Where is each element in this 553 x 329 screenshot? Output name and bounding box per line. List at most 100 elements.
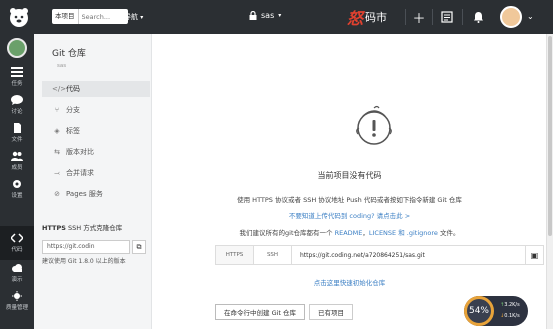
chevron-down-icon: ▾ (278, 12, 282, 19)
clone-title-text: SSH 方式克隆仓库 (67, 224, 123, 232)
chevron-down-icon: ▾ (140, 14, 144, 21)
menu-label: 版本对比 (66, 148, 94, 156)
menu-item-tag[interactable]: ◈ 标签 (42, 123, 150, 139)
help-line: 不要知道上传代码到 coding? 请点击此 > (153, 210, 546, 220)
list-icon (11, 67, 23, 77)
merge-icon: ⤙ (54, 168, 60, 177)
compare-icon: ⇆ (54, 148, 60, 156)
lock-icon (249, 11, 257, 20)
divider (432, 9, 433, 25)
news-icon[interactable] (438, 8, 456, 26)
rail-label: 演示 (11, 277, 23, 283)
search-input[interactable] (78, 12, 119, 21)
rail-label: 质量管理 (5, 305, 28, 311)
brand-logo[interactable]: 怒 码市 (347, 6, 387, 28)
copy-icon[interactable]: ▣ (525, 246, 543, 264)
network-speed-widget[interactable]: 54% ↑3.2K/s ↓0.1K/s (464, 296, 528, 326)
https-label[interactable]: HTTPS (42, 224, 66, 232)
project-sidebar: Git 仓库 sas </> 代码 ⑂ 分支 ◈ 标签 ⇆ 版本对比 ⤙ 合并请… (34, 34, 152, 329)
quick-init-link[interactable]: 点击这里快速初始化仓库 (153, 277, 546, 287)
download-speed: 0.1K/s (504, 313, 520, 319)
menu-item-compare[interactable]: ⇆ 版本对比 (42, 144, 150, 160)
members-icon (11, 151, 23, 161)
rail-label: 成员 (11, 165, 23, 171)
top-bar: 本项目 导航 ▾ sas ▾ 怒 码市 ＋ ⌄ (0, 0, 553, 34)
divider (405, 9, 406, 25)
main-content: 当前项目没有代码 使用 HTTPS 协议或者 SSH 协议地址 Push 代码或… (153, 34, 546, 329)
scrollbar[interactable] (546, 34, 553, 329)
rail-item-code[interactable]: 代码 (0, 226, 34, 260)
clone-title: HTTPS SSH 方式克隆仓库 (42, 222, 152, 232)
project-title: sas (261, 11, 275, 20)
search-box[interactable]: 本项目 (52, 9, 128, 24)
code-icon: </> (52, 85, 67, 93)
speed-stats: ↑3.2K/s ↓0.1K/s (500, 300, 520, 322)
usage-percent: 54% (464, 296, 494, 326)
repo-title: Git 仓库 (52, 49, 86, 59)
clone-panel: HTTPS SSH 方式克隆仓库 https://git.codin ⧉ 建议使用… (42, 222, 152, 302)
upload-speed: 3.2K/s (504, 302, 520, 308)
rail-label: 设置 (11, 193, 23, 199)
nav-dropdown[interactable]: 导航 ▾ (124, 12, 143, 22)
code-icon (11, 233, 23, 243)
search-scope[interactable]: 本项目 (52, 9, 79, 24)
push-instructions: 使用 HTTPS 协议或者 SSH 协议地址 Push 代码或者按如下指令新建 … (237, 196, 462, 204)
pages-icon: ⊘ (54, 190, 60, 198)
menu-label: Pages 服务 (66, 190, 103, 198)
click-here-link[interactable]: 请点击此 > (377, 212, 411, 220)
user-avatar[interactable] (500, 6, 522, 28)
tab-command-line[interactable]: 在命令行中创建 Git 仓库 (215, 304, 306, 320)
project-switcher[interactable]: sas ▾ (249, 11, 281, 20)
repo-url-bar: HTTPS SSH https://git.coding.net/a720864… (215, 245, 544, 265)
branch-icon: ⑂ (54, 106, 60, 114)
empty-state-title: 当前项目没有代码 (317, 171, 382, 180)
menu-label: 合并请求 (66, 169, 94, 177)
clone-url-field[interactable]: https://git.codin (42, 240, 130, 254)
file-icon (14, 123, 21, 133)
recommend-text: 我们建议所有的git仓库都有一个 (239, 229, 335, 237)
rail-item-settings[interactable]: 设置 (0, 172, 34, 206)
license-gitignore-link[interactable]: LICENSE 和 .gitignore (369, 229, 438, 237)
readme-link[interactable]: README (335, 229, 363, 237)
upload-help-link[interactable]: 不要知道上传代码到 coding? (289, 212, 377, 220)
left-rail: 任务 讨论 文件 成员 设置 代码 演示 质量管理 (0, 34, 34, 329)
menu-item-branch[interactable]: ⑂ 分支 (42, 102, 150, 118)
rail-item-quality[interactable]: 质量管理 (0, 284, 34, 318)
cloud-icon (12, 264, 22, 272)
recommend-line: 我们建议所有的git仓库都有一个 README，LICENSE 和 .gitig… (153, 227, 546, 237)
repo-url[interactable]: https://git.coding.net/a720864251/sas.gi… (292, 246, 525, 264)
menu-item-code[interactable]: </> 代码 (42, 81, 150, 97)
menu-label: 标签 (66, 127, 80, 135)
clone-note: 建议使用 Git 1.8.0 以上的版本 (42, 258, 126, 265)
scroll-thumb[interactable] (548, 36, 552, 236)
menu-label: 代码 (66, 85, 80, 93)
brand-mark: 怒 (347, 9, 364, 28)
https-toggle[interactable]: HTTPS (216, 246, 254, 264)
menu-label: 分支 (66, 106, 80, 114)
menu-item-merge[interactable]: ⤙ 合并请求 (42, 165, 150, 181)
rail-label: 讨论 (11, 109, 23, 115)
rail-label: 任务 (11, 81, 23, 87)
logo-icon[interactable] (8, 6, 30, 28)
sun-icon (12, 291, 22, 301)
setup-tabs: 在命令行中创建 Git 仓库 已有项目 (215, 304, 357, 320)
brand-text: 码市 (365, 11, 388, 24)
chevron-down-icon[interactable]: ⌄ (527, 12, 534, 21)
gear-icon (13, 180, 21, 188)
bell-icon[interactable] (469, 8, 487, 26)
copy-icon[interactable]: ⧉ (132, 240, 146, 254)
chat-icon (11, 95, 23, 105)
menu-item-pages[interactable]: ⊘ Pages 服务 (42, 186, 150, 202)
rail-label: 文件 (11, 137, 23, 143)
warning-bubble-icon (356, 105, 392, 145)
tag-icon: ◈ (54, 127, 60, 135)
tab-existing-project[interactable]: 已有项目 (309, 304, 354, 320)
project-owner: sas (57, 63, 67, 69)
project-avatar[interactable] (7, 38, 27, 58)
plus-icon[interactable]: ＋ (410, 8, 428, 27)
recommend-suffix: 文件。 (437, 229, 460, 237)
rail-label: 代码 (11, 247, 23, 253)
divider (462, 9, 463, 25)
nav-label: 导航 (124, 13, 138, 21)
ssh-toggle[interactable]: SSH (254, 246, 292, 264)
